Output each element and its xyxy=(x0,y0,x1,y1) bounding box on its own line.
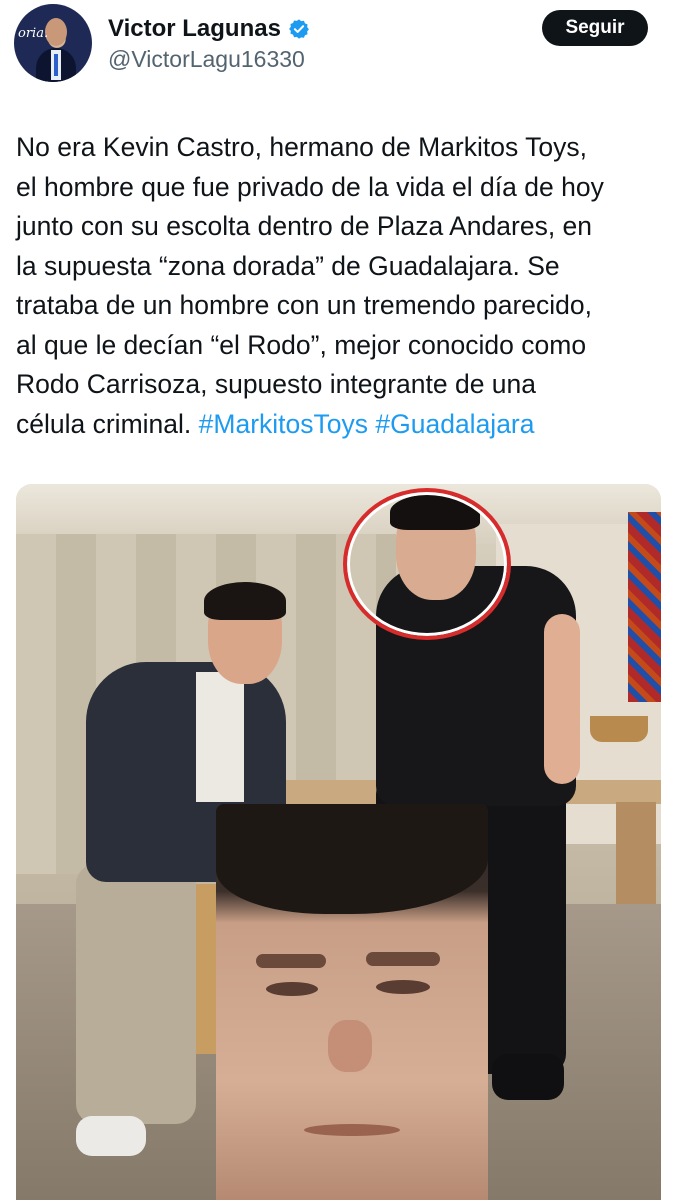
author-avatar[interactable]: oria. xyxy=(14,4,92,82)
avatar-brand-text: oria. xyxy=(18,26,49,41)
inset-nose xyxy=(328,1020,372,1072)
person-left-pants xyxy=(76,864,196,1124)
tweet-last-line: célula criminal. #MarkitosToys #Guadalaj… xyxy=(16,405,666,445)
tweet-text: No era Kevin Castro, hermano de Markitos… xyxy=(16,128,666,444)
author-name-row: Victor Lagunas xyxy=(108,14,310,44)
tweet-line: No era Kevin Castro, hermano de Markitos… xyxy=(16,132,587,162)
author-handle[interactable]: @VictorLagu16330 xyxy=(108,46,305,73)
hashtag-link[interactable]: #Guadalajara xyxy=(375,409,534,439)
highlight-circle xyxy=(343,488,511,640)
tweet-line: trataba de un hombre con un tremendo par… xyxy=(16,290,593,320)
inset-mouth xyxy=(304,1124,400,1136)
hashtag-link[interactable]: #MarkitosToys xyxy=(199,409,368,439)
photo-basket xyxy=(590,716,648,742)
person-right-shoe xyxy=(492,1054,564,1100)
photo-painting xyxy=(628,512,661,702)
inset-hair xyxy=(216,804,488,914)
avatar-tie xyxy=(54,54,58,76)
follow-button[interactable]: Seguir xyxy=(542,10,648,46)
avatar-face xyxy=(45,18,67,46)
tweet-line: al que le decían “el Rodo”, mejor conoci… xyxy=(16,329,587,360)
inset-eye xyxy=(376,980,430,994)
tweet-line: célula criminal. xyxy=(16,408,192,439)
verified-badge-icon xyxy=(288,18,310,40)
tweet-line: Rodo Carrisoza, supuesto integrante de u… xyxy=(16,369,537,399)
inset-brow xyxy=(366,952,440,966)
tweet-line: la supuesta “zona dorada” de Guadalajara… xyxy=(16,250,560,281)
person-right-arm xyxy=(544,614,580,784)
tweet-media-photo[interactable] xyxy=(16,484,661,1200)
author-name[interactable]: Victor Lagunas xyxy=(108,15,281,43)
tweet-line: junto con su escolta dentro de Plaza And… xyxy=(16,211,593,241)
person-left-hair xyxy=(204,582,286,620)
tweet-line: el hombre que fue privado de la vida el … xyxy=(16,171,604,202)
inset-face-photo xyxy=(216,804,488,1200)
inset-brow xyxy=(256,954,326,968)
person-left-shirt xyxy=(196,672,244,802)
inset-eye xyxy=(266,982,318,996)
person-left-shoe xyxy=(76,1116,146,1156)
tweet-header: oria. Victor Lagunas @VictorLagu16330 Se… xyxy=(0,0,676,100)
